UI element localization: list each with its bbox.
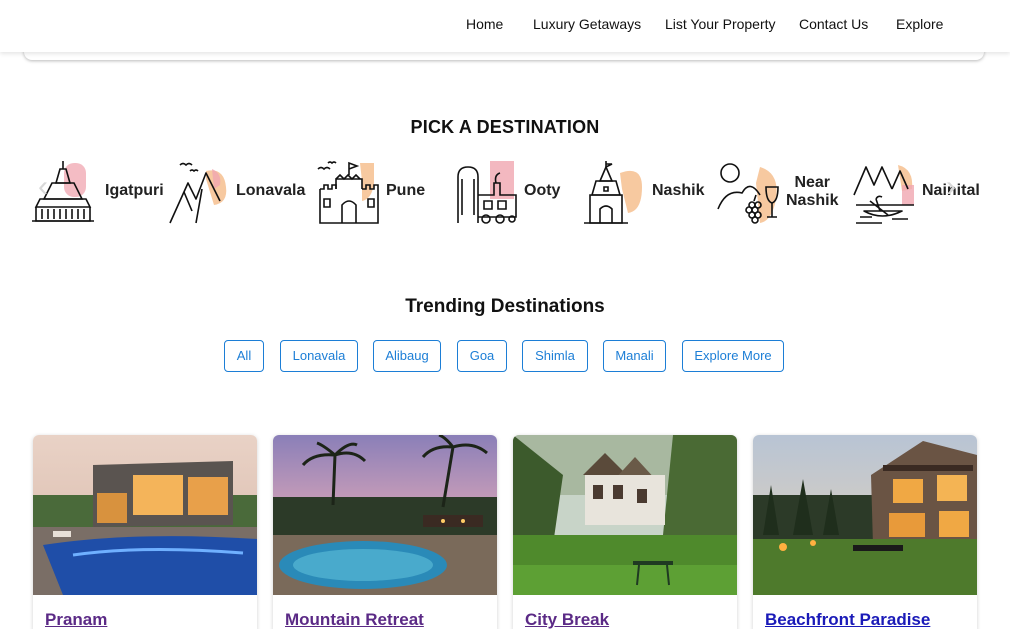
destination-label: Igatpuri	[105, 182, 164, 199]
property-name-link[interactable]: Pranam	[45, 610, 107, 629]
property-card-city-break[interactable]: City Break	[513, 435, 737, 629]
filter-manali-button[interactable]: Manali	[603, 340, 666, 372]
filter-explore-more-button[interactable]: Explore More	[682, 340, 784, 372]
property-photo[interactable]	[33, 435, 257, 595]
destination-nashik[interactable]: Nashik	[582, 155, 712, 230]
carousel-prev-arrow[interactable]: ‹	[38, 172, 48, 202]
carousel-next-arrow[interactable]: ›	[946, 172, 956, 202]
vineyard-icon	[717, 163, 779, 224]
destination-label: Near Nashik	[786, 174, 838, 210]
nav-list-property-link[interactable]: List Your Property	[665, 16, 776, 32]
cottage-garden-image	[513, 435, 737, 595]
destination-pune[interactable]: Pune	[316, 155, 436, 230]
filter-shimla-button[interactable]: Shimla	[522, 340, 588, 372]
filter-alibaug-button[interactable]: Alibaug	[373, 340, 441, 372]
destination-label: Ooty	[524, 182, 561, 199]
villa-pool-image	[33, 435, 257, 595]
destination-label: Lonavala	[236, 182, 306, 199]
pick-destination-heading: PICK A DESTINATION	[410, 117, 600, 137]
resort-pool-image	[273, 435, 497, 595]
destination-lonavala[interactable]: Lonavala	[166, 155, 306, 230]
property-card-beachfront-paradise[interactable]: Beachfront Paradise	[753, 435, 977, 629]
nav-luxury-getaways-link[interactable]: Luxury Getaways	[533, 16, 641, 32]
property-photo[interactable]	[273, 435, 497, 595]
destination-nainital[interactable]: Nainital	[852, 155, 980, 230]
toy-train-icon	[457, 161, 517, 224]
property-photo[interactable]	[753, 435, 977, 595]
destination-label: Nashik	[652, 182, 705, 199]
destination-ooty[interactable]: Ooty	[454, 155, 574, 230]
destination-label-line1: Near	[794, 174, 831, 191]
mountains-icon	[169, 162, 227, 224]
destination-igatpuri[interactable]: Igatpuri	[30, 155, 165, 230]
property-name-link[interactable]: Beachfront Paradise	[765, 610, 930, 629]
destination-near-nashik[interactable]: Near Nashik	[716, 155, 846, 230]
trending-filter-bar: All Lonavala Alibaug Goa Shimla Manali E…	[0, 340, 1010, 372]
temple-icon	[584, 161, 642, 224]
top-navbar: Home Luxury Getaways List Your Property …	[0, 0, 1010, 52]
nav-home-link[interactable]: Home	[466, 16, 503, 32]
property-name-link[interactable]: City Break	[525, 610, 609, 629]
main-nav: Home Luxury Getaways List Your Property …	[0, 16, 1010, 36]
villa-lawn-image	[753, 435, 977, 595]
nav-contact-link[interactable]: Contact Us	[799, 16, 868, 32]
trending-destinations-heading: Trending Destinations	[405, 296, 605, 317]
destination-label-line2: Nashik	[786, 192, 839, 209]
property-card-pranam[interactable]: Pranam	[33, 435, 257, 629]
fort-icon	[317, 161, 379, 224]
destination-label: Pune	[386, 182, 426, 199]
filter-goa-button[interactable]: Goa	[457, 340, 507, 372]
filter-all-button[interactable]: All	[224, 340, 264, 372]
property-photo[interactable]	[513, 435, 737, 595]
property-name-link[interactable]: Mountain Retreat	[285, 610, 424, 629]
nav-explore-link[interactable]: Explore	[896, 16, 943, 32]
lake-boat-icon	[853, 165, 914, 224]
filter-lonavala-button[interactable]: Lonavala	[280, 340, 358, 372]
destination-carousel: Igatpuri Lonavala Pune Ooty Nashik Near …	[30, 155, 980, 230]
property-card-mountain-retreat[interactable]: Mountain Retreat	[273, 435, 497, 629]
